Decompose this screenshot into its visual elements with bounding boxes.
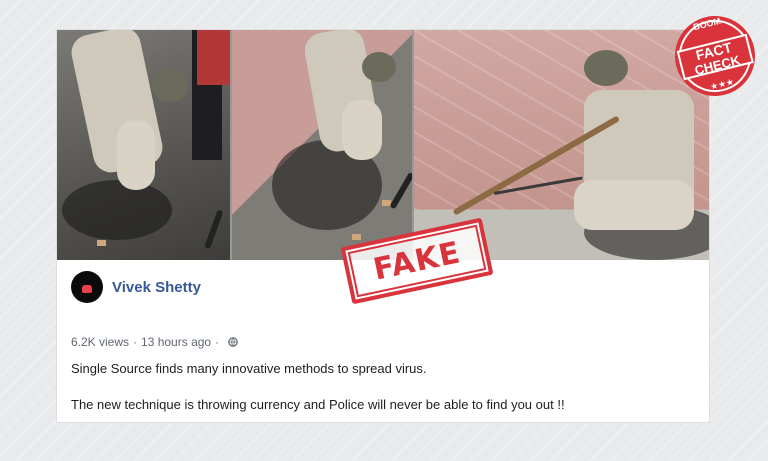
post-text-line-2: The new technique is throwing currency a… bbox=[71, 397, 565, 412]
post-timestamp[interactable]: 13 hours ago bbox=[141, 335, 211, 349]
meta-separator: · bbox=[215, 335, 220, 349]
author-name-link[interactable]: Vivek Shetty bbox=[112, 279, 201, 296]
view-count: 6.2K views bbox=[71, 335, 130, 349]
video-frame-2 bbox=[232, 30, 412, 260]
avatar[interactable] bbox=[71, 271, 103, 303]
meta-separator: · bbox=[133, 335, 138, 349]
fact-check-badge: BOOM FACT CHECK ★★★ bbox=[675, 16, 755, 96]
post-author-row: Vivek Shetty bbox=[71, 271, 201, 303]
facebook-post-card: Vivek Shetty 6.2K views · 13 hours ago ·… bbox=[57, 30, 709, 422]
video-frame-1 bbox=[57, 30, 230, 260]
post-text-line-1: Single Source finds many innovative meth… bbox=[71, 361, 427, 376]
video-thumbnail[interactable] bbox=[57, 30, 709, 260]
globe-icon bbox=[228, 337, 238, 347]
post-meta: 6.2K views · 13 hours ago · bbox=[71, 335, 238, 349]
